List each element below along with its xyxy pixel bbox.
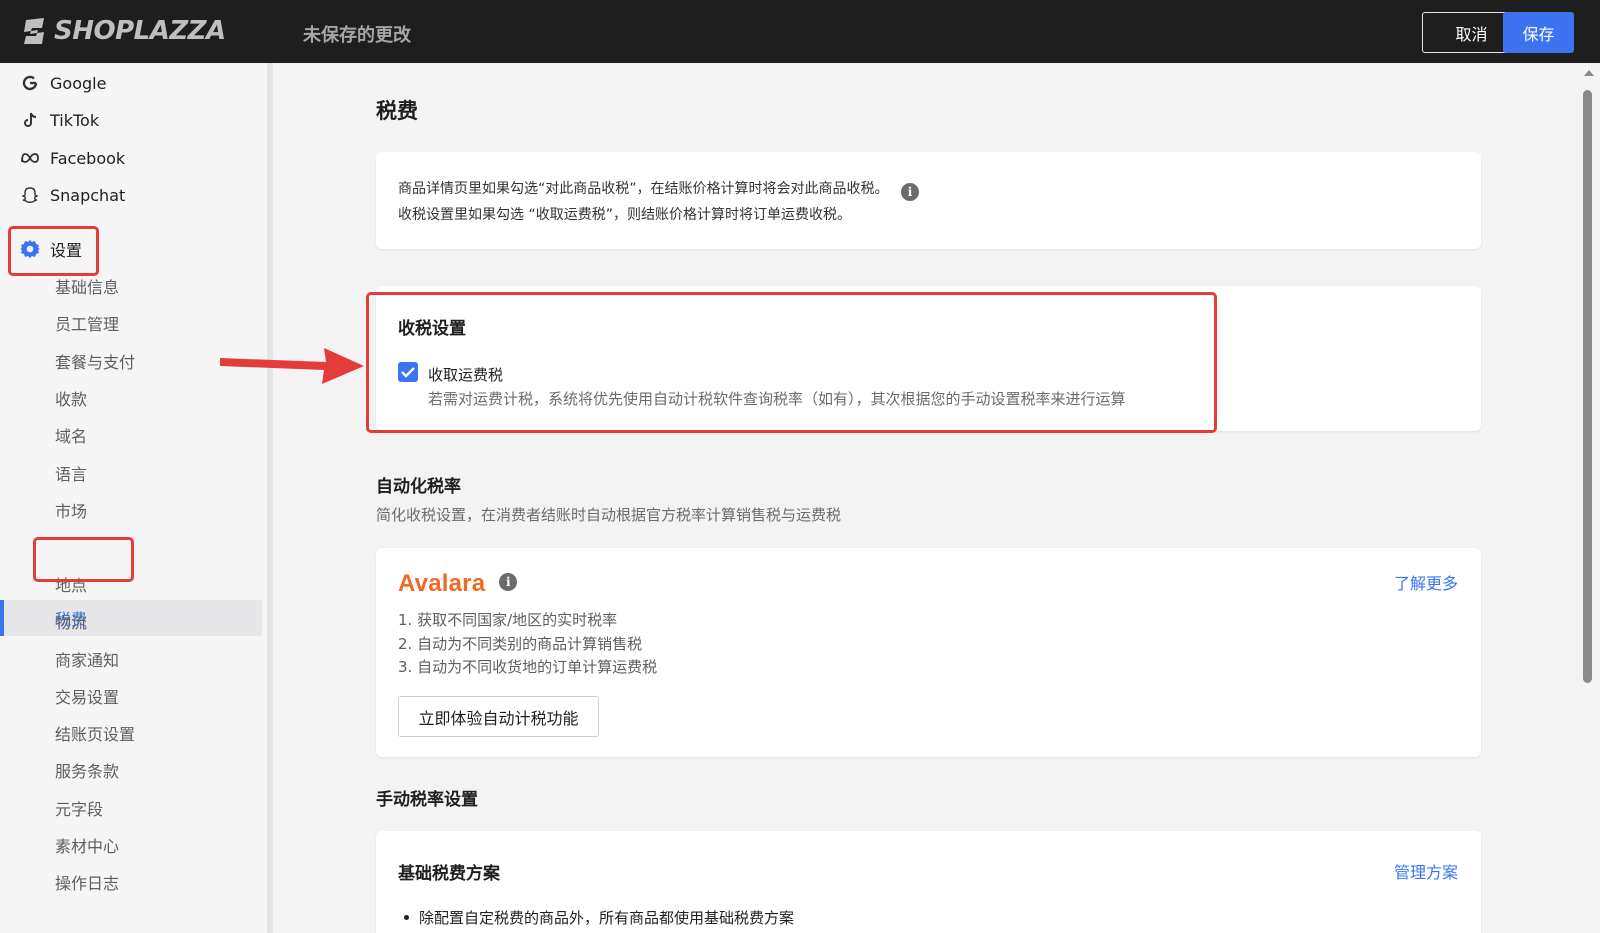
brand-logo: SHOPLAZZA — [22, 16, 226, 46]
sidebar-subitem[interactable]: 基础信息 — [55, 268, 119, 304]
avalara-info-icon[interactable]: i — [499, 573, 518, 591]
top-bar: SHOPLAZZA 未保存的更改 取消 保存 — [0, 0, 1600, 63]
sidebar-subitem[interactable]: 套餐与支付 — [55, 343, 135, 379]
shipping-tax-label[interactable]: 收取运费税 — [428, 364, 503, 385]
sidebar-item-label: TikTok — [50, 110, 100, 130]
sidebar-subitem[interactable]: 元字段 — [55, 790, 103, 826]
bullet-icon — [404, 915, 409, 920]
basic-tax-plan-title: 基础税费方案 — [398, 864, 500, 884]
google-icon — [20, 73, 40, 93]
tax-settings-title: 收税设置 — [398, 319, 466, 339]
sidebar-subitem[interactable]: 交易设置 — [55, 678, 119, 714]
sidebar-subitem[interactable]: 语言 — [55, 455, 87, 491]
try-auto-tax-button[interactable]: 立即体验自动计税功能 — [398, 696, 599, 737]
page-title: 税费 — [376, 99, 418, 123]
manage-plans-link[interactable]: 管理方案 — [1394, 859, 1458, 883]
sidebar-subitem[interactable]: 操作日志 — [55, 864, 119, 900]
sidebar-subitem[interactable]: 域名 — [55, 417, 87, 453]
pointer-arrow-icon — [220, 348, 364, 384]
sidebar-item-label: Google — [50, 73, 107, 93]
unsaved-changes-label: 未保存的更改 — [303, 25, 411, 46]
shipping-tax-checkbox[interactable] — [398, 362, 418, 382]
sidebar-item-tiktok[interactable]: TikTok — [20, 102, 99, 138]
avalara-logo: Avalara — [398, 570, 486, 597]
shipping-tax-help: 若需对运费计税，系统将优先使用自动计税软件查询税率（如有），其次根据您的手动设置… — [428, 390, 1126, 408]
sidebar-item-label: 设置 — [50, 241, 83, 260]
sidebar-subitem[interactable]: 地点 — [55, 566, 87, 602]
sidebar-item-settings[interactable]: 设置 — [20, 231, 82, 267]
sidebar-subitem[interactable]: 物流 — [55, 603, 87, 639]
sidebar-item-snapchat[interactable]: Snapchat — [20, 177, 125, 213]
tiktok-icon — [20, 110, 40, 130]
shoplazza-logo-icon — [24, 18, 44, 44]
learn-more-link[interactable]: 了解更多 — [1394, 570, 1458, 594]
feature-item: 3. 自动为不同收货地的订单计算运费税 — [398, 658, 658, 676]
meta-icon — [20, 148, 40, 168]
sidebar-subitem[interactable]: 商家通知 — [55, 641, 119, 677]
feature-item: 1. 获取不同国家/地区的实时税率 — [398, 611, 618, 629]
brand-name: SHOPLAZZA — [54, 16, 226, 46]
save-button[interactable]: 保存 — [1503, 12, 1574, 53]
snapchat-icon — [20, 185, 40, 205]
sidebar-subitem[interactable]: 服务条款 — [55, 752, 119, 788]
sidebar-subitem[interactable]: 结账页设置 — [55, 715, 135, 751]
sidebar-item-google[interactable]: Google — [20, 65, 106, 101]
manual-tax-title: 手动税率设置 — [376, 790, 478, 810]
check-icon — [401, 367, 415, 378]
info-line-1: 商品详情页里如果勾选“对此商品收税”，在结账价格计算时将会对此商品收税。 — [398, 181, 889, 197]
auto-tax-desc: 简化收税设置，在消费者结账时自动根据官方税率计算销售税与运费税 — [376, 506, 842, 524]
sidebar-subitem[interactable]: 收款 — [55, 380, 87, 416]
sidebar-item-label: Facebook — [50, 148, 126, 168]
sidebar: Google TikTok Facebook Snapchat 设置 基础信息 … — [0, 63, 273, 933]
active-item-background — [0, 600, 262, 636]
avalara-card: Avalara i 了解更多 1. 获取不同国家/地区的实时税率 2. 自动为不… — [376, 548, 1481, 757]
gear-icon — [20, 239, 40, 259]
scrollbar-thumb[interactable] — [1583, 90, 1592, 683]
active-item-indicator — [0, 600, 4, 636]
auto-tax-title: 自动化税率 — [376, 477, 461, 497]
sidebar-subitem[interactable]: 市场 — [55, 492, 87, 528]
info-card: 商品详情页里如果勾选“对此商品收税”，在结账价格计算时将会对此商品收税。 i 收… — [376, 152, 1481, 249]
feature-item: 2. 自动为不同类别的商品计算销售税 — [398, 635, 643, 653]
basic-plan-bullet: 除配置自定税费的商品外，所有商品都使用基础税费方案 — [419, 909, 795, 927]
sidebar-subitem[interactable]: 员工管理 — [55, 305, 119, 341]
tax-settings-card: 收税设置 收取运费税 若需对运费计税，系统将优先使用自动计税软件查询税率（如有）… — [376, 286, 1481, 431]
sidebar-item-facebook[interactable]: Facebook — [20, 140, 125, 176]
basic-tax-plan-card: 基础税费方案 管理方案 除配置自定税费的商品外，所有商品都使用基础税费方案 — [376, 831, 1481, 933]
info-line-2: 收税设置里如果勾选 “收取运费税”，则结账价格计算时将订单运费收税。 — [398, 207, 851, 223]
info-icon[interactable]: i — [900, 183, 919, 201]
scroll-up-arrow-icon[interactable] — [1584, 70, 1594, 76]
sidebar-item-label: Snapchat — [50, 185, 126, 205]
sidebar-subitem[interactable]: 素材中心 — [55, 827, 119, 863]
